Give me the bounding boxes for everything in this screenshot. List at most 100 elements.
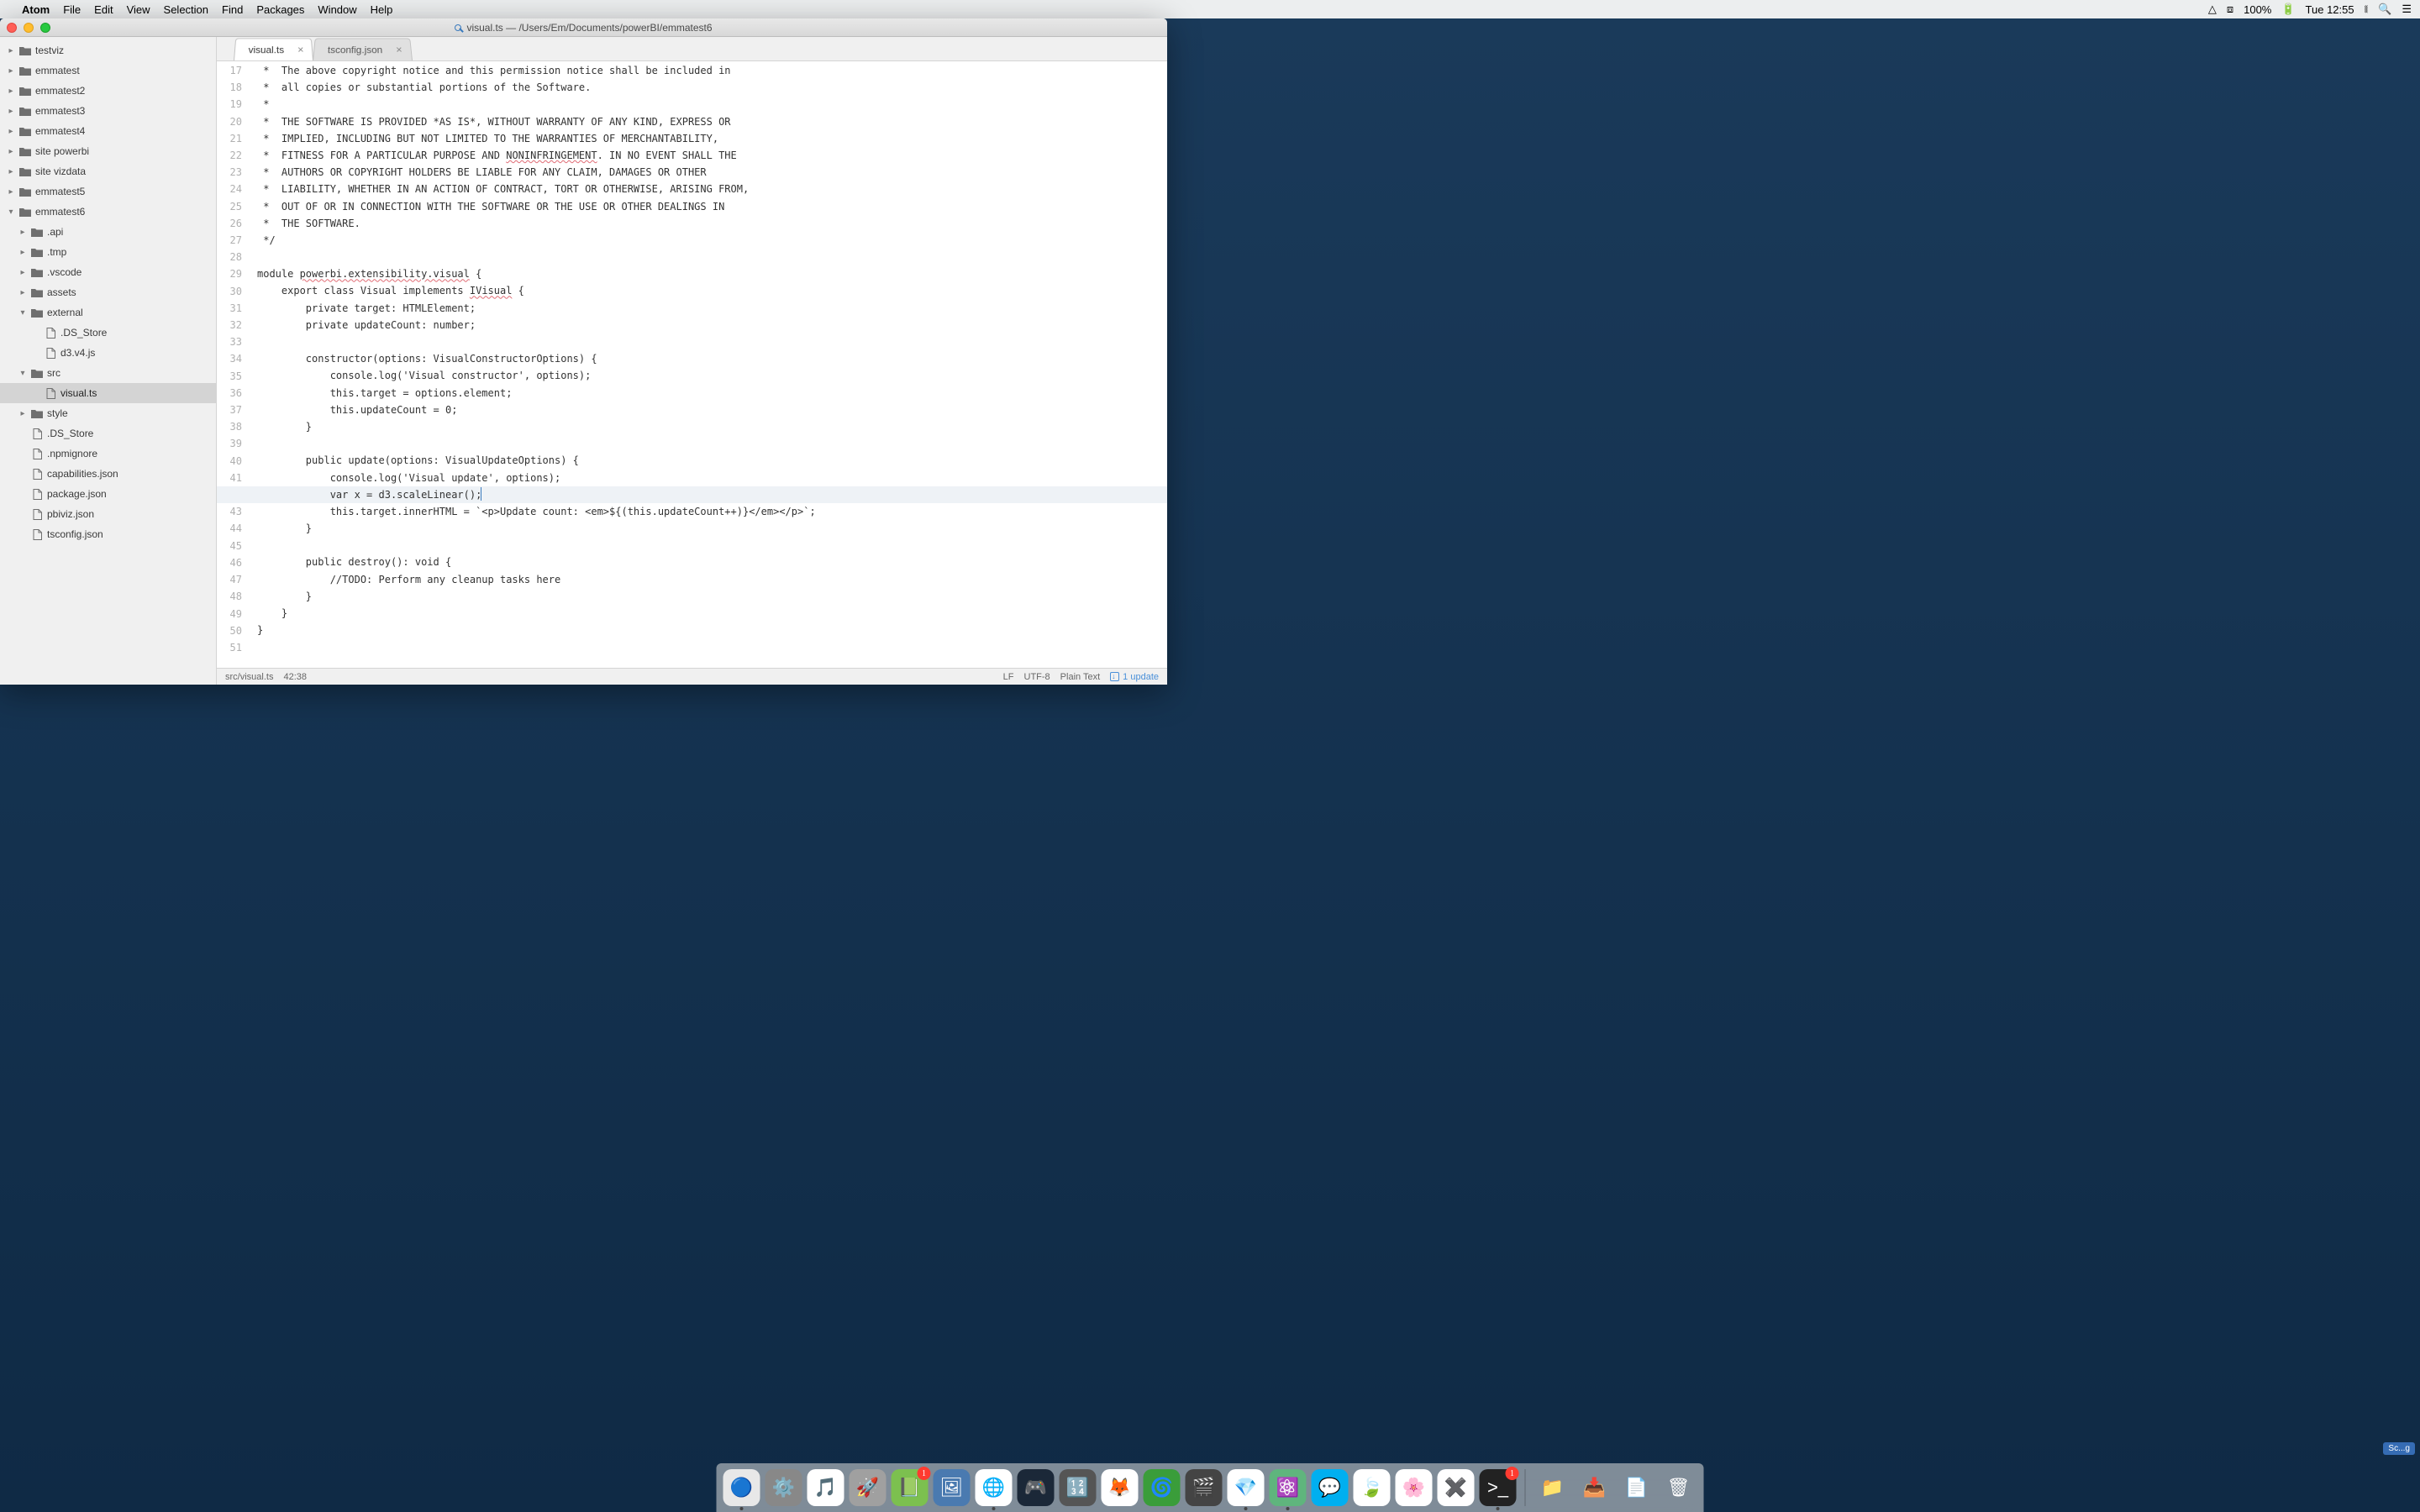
chevron-icon[interactable]: ▾ [7,207,15,217]
chevron-icon[interactable]: ▸ [7,187,15,197]
status-update[interactable]: 1 update [1110,672,1159,682]
chevron-icon[interactable]: ▸ [18,409,27,418]
tree-file[interactable]: visual.ts [0,383,216,403]
chevron-icon[interactable]: ▸ [18,228,27,237]
menu-view[interactable]: View [127,3,150,16]
dock-app-finder[interactable]: 🔵 [723,1469,760,1506]
tab[interactable]: tsconfig.json× [313,38,413,60]
dock-app-photos[interactable]: 🌸 [1396,1469,1433,1506]
zoom-button[interactable] [40,23,50,33]
dock-app-torrent[interactable]: 🌀 [1144,1469,1181,1506]
dock-app-atom[interactable]: ⚛️ [1270,1469,1307,1506]
menu-selection[interactable]: Selection [164,3,208,16]
tree-folder[interactable]: ▸testviz [0,40,216,60]
menu-file[interactable]: File [63,3,81,16]
close-button[interactable] [7,23,17,33]
tree-folder[interactable]: ▾emmatest6 [0,202,216,222]
minimize-button[interactable] [24,23,34,33]
status-path[interactable]: src/visual.ts [225,672,273,682]
tree-file[interactable]: .DS_Store [0,323,216,343]
chevron-icon[interactable]: ▾ [18,308,27,318]
tree-folder[interactable]: ▸emmatest5 [0,181,216,202]
titlebar[interactable]: visual.ts — /Users/Em/Documents/powerBI/… [0,18,1167,37]
dock-app-imovie[interactable]: 🎬 [1186,1469,1223,1506]
tree-folder[interactable]: ▸emmatest [0,60,216,81]
tree-folder[interactable]: ▸site vizdata [0,161,216,181]
menu-find[interactable]: Find [222,3,243,16]
dock-app-docs[interactable]: 📄 [1618,1469,1655,1506]
dock-app-calculator[interactable]: 🔢 [1060,1469,1097,1506]
dock-app-sketch[interactable]: 💎 [1228,1469,1265,1506]
dock-app-launchpad[interactable]: 🚀 [850,1469,886,1506]
dock-app-settings[interactable]: ⚙️ [765,1469,802,1506]
tree-folder[interactable]: ▸.vscode [0,262,216,282]
tree-folder[interactable]: ▸emmatest2 [0,81,216,101]
clock[interactable]: Tue 12:55 [2306,3,2354,16]
tree-file[interactable]: pbiviz.json [0,504,216,524]
dock-app-trash[interactable]: 🗑 [1660,1469,1697,1506]
dock-app-folder[interactable]: 📁 [1534,1469,1571,1506]
status-eol[interactable]: LF [1003,672,1014,682]
tree-folder[interactable]: ▸.api [0,222,216,242]
chevron-icon[interactable]: ▸ [7,66,15,76]
chevron-icon[interactable]: ▸ [7,167,15,176]
tab[interactable]: visual.ts× [234,38,313,60]
dock-app-steam[interactable]: 🎮 [1018,1469,1055,1506]
wifi-icon[interactable]: ⧛ [2365,3,2369,16]
chevron-icon[interactable]: ▸ [7,46,15,55]
tree-file[interactable]: .npmignore [0,444,216,464]
tab-bar[interactable]: visual.ts×tsconfig.json× [217,37,1167,61]
menu-edit[interactable]: Edit [94,3,113,16]
dock-app-preview[interactable]: 🖼 [934,1469,971,1506]
dock-app-terminal[interactable]: >_1 [1480,1469,1517,1506]
tree-file[interactable]: d3.v4.js [0,343,216,363]
dock[interactable]: 🔵⚙️🎵🚀📗1🖼🌐🎮🔢🦊🌀🎬💎⚛️💬🍃🌸✖️>_1 📁📥📄🗑 [717,1463,1704,1512]
code-lines[interactable]: * The above copyright notice and this pe… [250,61,1167,668]
chevron-icon[interactable]: ▸ [18,288,27,297]
status-cursor[interactable]: 42:38 [283,672,307,682]
dock-app-excel[interactable]: ✖️ [1438,1469,1475,1506]
spotlight-icon[interactable]: 🔍 [2378,3,2391,16]
close-icon[interactable]: × [297,44,304,55]
chevron-icon[interactable]: ▸ [7,127,15,136]
chevron-icon[interactable]: ▸ [18,268,27,277]
dock-app-chrome[interactable]: 🌐 [976,1469,1013,1506]
chevron-icon[interactable]: ▸ [18,248,27,257]
desktop-file-label[interactable]: Sc...g [2383,1442,2415,1455]
tree-folder[interactable]: ▸.tmp [0,242,216,262]
chevron-icon[interactable]: ▾ [18,369,27,378]
tree-folder[interactable]: ▾external [0,302,216,323]
menubar-app[interactable]: Atom [22,3,50,16]
dock-app-downloads[interactable]: 📥 [1576,1469,1613,1506]
code-editor[interactable]: 1718192021222324252627282930313233343536… [217,61,1167,668]
dock-app-fresh[interactable]: 🍃 [1354,1469,1391,1506]
tree-folder[interactable]: ▸site powerbi [0,141,216,161]
tree-file[interactable]: package.json [0,484,216,504]
status-language[interactable]: Plain Text [1060,672,1101,682]
tree-folder[interactable]: ▸ style [0,403,216,423]
dock-app-itunes[interactable]: 🎵 [808,1469,844,1506]
menu-packages[interactable]: Packages [256,3,304,16]
status-encoding[interactable]: UTF-8 [1024,672,1050,682]
chevron-icon[interactable]: ▸ [7,147,15,156]
chevron-icon[interactable]: ▸ [7,87,15,96]
menu-help[interactable]: Help [371,3,393,16]
tree-file[interactable]: .DS_Store [0,423,216,444]
close-icon[interactable]: × [396,44,403,55]
dock-app-firefox[interactable]: 🦊 [1102,1469,1139,1506]
gdrive-icon[interactable]: △ [2208,3,2217,16]
dock-app-skype[interactable]: 💬 [1312,1469,1349,1506]
tree-file[interactable]: tsconfig.json [0,524,216,544]
chevron-icon[interactable]: ▸ [7,107,15,116]
file-tree[interactable]: ▸testviz▸emmatest▸emmatest2▸emmatest3▸em… [0,37,217,685]
dropbox-icon[interactable]: ⧈ [2227,3,2233,16]
tree-folder[interactable]: ▾src [0,363,216,383]
menu-icon[interactable]: ☰ [2402,3,2412,16]
tree-folder[interactable]: ▸emmatest4 [0,121,216,141]
tree-file[interactable]: capabilities.json [0,464,216,484]
tree-item-label: style [47,407,68,419]
dock-app-evernote[interactable]: 📗1 [892,1469,929,1506]
menu-window[interactable]: Window [318,3,356,16]
tree-folder[interactable]: ▸assets [0,282,216,302]
tree-folder[interactable]: ▸emmatest3 [0,101,216,121]
